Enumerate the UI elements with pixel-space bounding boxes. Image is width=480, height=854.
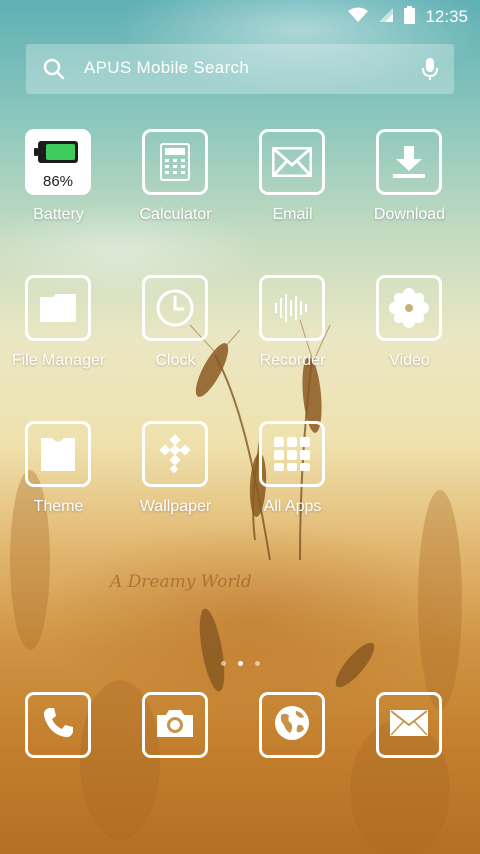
browser-globe-icon	[272, 703, 312, 747]
phone-icon	[41, 706, 75, 744]
status-time: 12:35	[425, 7, 468, 26]
mic-icon[interactable]	[422, 57, 438, 85]
dock-messages[interactable]	[376, 692, 442, 758]
status-bar: 12:35	[0, 0, 480, 34]
battery-icon	[34, 141, 78, 163]
app-video[interactable]: Video	[351, 275, 468, 387]
app-label: All Apps	[263, 498, 322, 515]
page-dot[interactable]	[237, 661, 243, 666]
cellular-signal-icon	[378, 7, 394, 27]
page-indicator[interactable]	[0, 661, 480, 669]
camera-icon	[155, 707, 195, 743]
app-clock[interactable]: Clock	[117, 275, 234, 387]
dock-camera[interactable]	[142, 692, 208, 758]
app-label: Download	[373, 206, 446, 223]
page-dot[interactable]	[220, 661, 226, 666]
wallpaper-caption: A Dreamy World	[110, 572, 252, 592]
folder-icon	[25, 275, 91, 341]
app-wallpaper[interactable]: Wallpaper	[117, 421, 234, 533]
battery-widget: 86%	[25, 129, 91, 195]
flower-icon	[376, 275, 442, 341]
search-bar[interactable]: APUS Mobile Search	[26, 44, 454, 94]
shirt-icon	[25, 421, 91, 487]
download-icon	[376, 129, 442, 195]
calculator-icon	[142, 129, 208, 195]
battery-percent: 86%	[42, 173, 74, 190]
app-calculator[interactable]: Calculator	[117, 129, 234, 241]
app-recorder[interactable]: Recorder	[234, 275, 351, 387]
email-icon	[259, 129, 325, 195]
app-file-manager[interactable]: File Manager	[0, 275, 117, 387]
dock-browser[interactable]	[259, 692, 325, 758]
page-dot[interactable]	[254, 661, 260, 666]
app-battery[interactable]: 86% Battery	[0, 129, 117, 241]
app-label: Video	[389, 352, 430, 369]
clock-icon	[142, 275, 208, 341]
recorder-icon	[259, 275, 325, 341]
all-apps-icon	[259, 421, 325, 487]
wifi-icon	[348, 7, 369, 27]
wallpaper-icon	[142, 421, 208, 487]
dock-phone[interactable]	[25, 692, 91, 758]
app-theme[interactable]: Theme	[0, 421, 117, 533]
search-placeholder: APUS Mobile Search	[84, 58, 250, 77]
battery-status-icon	[404, 6, 416, 28]
app-all-apps[interactable]: All Apps	[234, 421, 351, 533]
messages-envelope-icon	[389, 709, 429, 741]
app-download[interactable]: Download	[351, 129, 468, 241]
search-icon	[42, 57, 66, 85]
app-email[interactable]: Email	[234, 129, 351, 241]
